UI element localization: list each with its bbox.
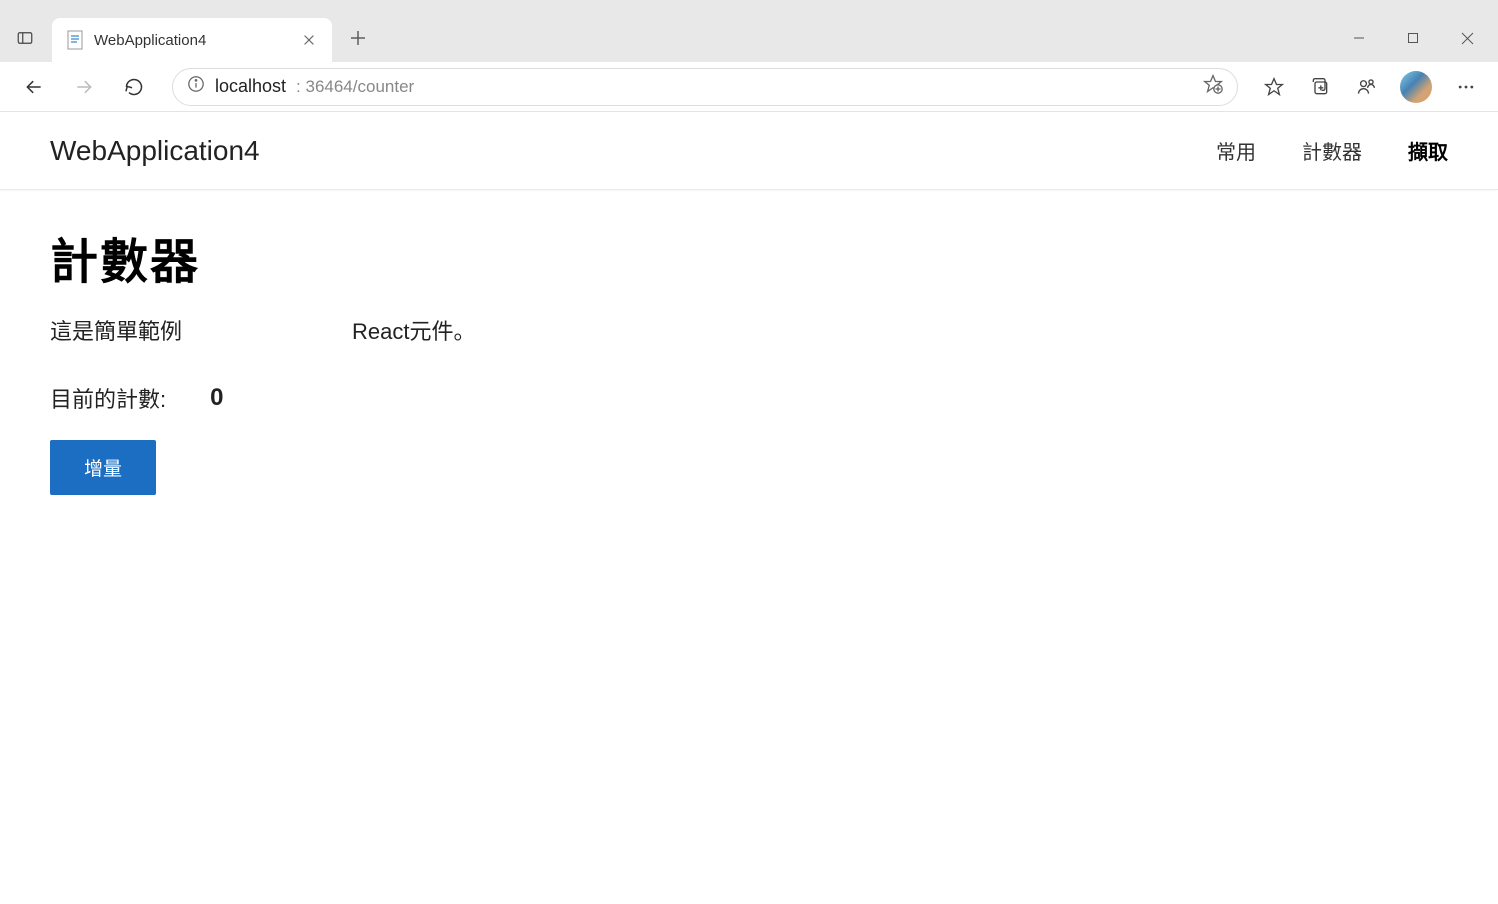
increment-button[interactable]: 增量 [50, 440, 156, 495]
url-path: : 36464/counter [296, 77, 414, 97]
tab-title: WebApplication4 [94, 32, 290, 49]
description-left: 這是簡單範例 [50, 314, 182, 346]
tab-bar: WebApplication4 [0, 14, 1498, 62]
site-info-icon[interactable] [187, 75, 205, 98]
navbar-brand[interactable]: WebApplication4 [50, 135, 260, 167]
navbar-nav: 常用 計數器 擷取 [1216, 136, 1448, 165]
settings-menu-icon[interactable] [1446, 67, 1486, 107]
address-bar[interactable]: localhost : 36464/counter [172, 68, 1238, 106]
nav-link-counter[interactable]: 計數器 [1302, 136, 1362, 165]
new-tab-button[interactable] [338, 18, 378, 58]
back-button[interactable] [12, 67, 56, 107]
window-titlebar [0, 0, 1498, 14]
url-host: localhost [215, 76, 286, 97]
browser-chrome: WebApplication4 [0, 0, 1498, 112]
app-navbar: WebApplication4 常用 計數器 擷取 [0, 112, 1498, 190]
refresh-button[interactable] [112, 67, 156, 107]
nav-link-home[interactable]: 常用 [1216, 136, 1256, 165]
forward-button[interactable] [62, 67, 106, 107]
tab-actions-icon[interactable] [8, 21, 42, 55]
browser-toolbar: localhost : 36464/counter [0, 62, 1498, 112]
page-content: WebApplication4 常用 計數器 擷取 計數器 這是簡單範例 Rea… [0, 112, 1498, 527]
favorites-icon[interactable] [1254, 67, 1294, 107]
tab-favicon-icon [66, 31, 84, 49]
browser-tab-active[interactable]: WebApplication4 [52, 18, 332, 62]
window-close-button[interactable] [1444, 22, 1490, 54]
nav-link-fetch[interactable]: 擷取 [1408, 136, 1448, 165]
window-maximize-button[interactable] [1390, 22, 1436, 54]
account-icon[interactable] [1346, 67, 1386, 107]
profile-avatar[interactable] [1400, 71, 1432, 103]
description-row: 這是簡單範例 React元件。 [50, 314, 1448, 346]
description-right: React元件。 [352, 314, 475, 346]
add-favorite-icon[interactable] [1203, 74, 1223, 99]
count-value: 0 [210, 384, 223, 412]
window-minimize-button[interactable] [1336, 22, 1382, 54]
window-controls [1336, 22, 1490, 54]
main-content: 計數器 這是簡單範例 React元件。 目前的計數: 0 增量 [0, 190, 1498, 527]
collections-icon[interactable] [1300, 67, 1340, 107]
count-label: 目前的計數: [50, 382, 166, 414]
tab-close-icon[interactable] [300, 31, 318, 49]
count-row: 目前的計數: 0 [50, 382, 1448, 414]
page-title: 計數器 [50, 222, 1448, 292]
